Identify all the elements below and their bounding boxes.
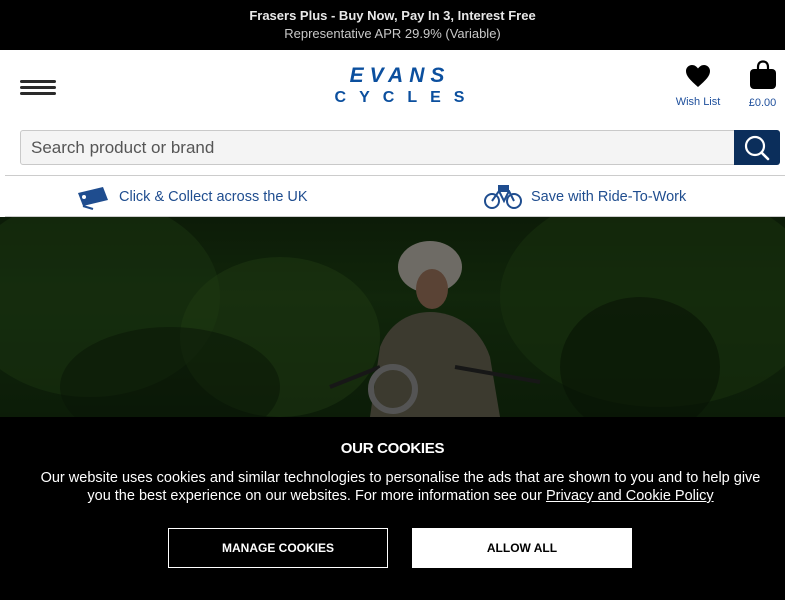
search-bar [20,130,780,165]
cookie-title: OUR COOKIES [340,440,445,457]
logo-word-cycles: CYCLES [334,89,478,106]
site-header: EVANS CYCLES Wish List £0.00 [0,50,785,130]
wishlist-label: Wish List [675,96,721,108]
wishlist-button[interactable]: Wish List [668,64,728,108]
heart-icon [686,65,710,87]
shopping-bag-icon [749,60,776,89]
basket-button[interactable]: £0.00 [740,60,785,109]
evans-cycles-logo[interactable]: EVANS CYCLES [318,65,482,107]
collect-ticket-icon [78,187,108,210]
search-button[interactable] [734,130,780,165]
click-collect-link[interactable]: Click & Collect across the UK [75,184,308,210]
privacy-policy-link[interactable]: Privacy and Cookie Policy [546,488,714,504]
manage-cookies-button[interactable]: MANAGE COOKIES [168,528,388,568]
bicycle-icon [484,185,522,209]
logo-word-evans: EVANS [349,64,451,87]
promo-subtitle: Representative APR 29.9% (Variable) [284,26,501,41]
menu-icon[interactable] [20,78,56,96]
search-input[interactable] [20,130,736,165]
ride-to-work-label: Save with Ride-To-Work [531,189,687,205]
usp-bar: Click & Collect across the UK Save with … [5,175,785,217]
cookie-banner: OUR COOKIES Our website uses cookies and… [0,417,785,600]
allow-all-button[interactable]: ALLOW ALL [412,528,632,568]
promo-title: Frasers Plus - Buy Now, Pay In 3, Intere… [249,8,536,23]
modal-backdrop [0,217,785,417]
search-icon [744,135,770,161]
basket-total: £0.00 [748,97,777,109]
promo-banner[interactable]: Frasers Plus - Buy Now, Pay In 3, Intere… [0,0,785,50]
cookie-message: Our website uses cookies and similar tec… [38,469,763,505]
ride-to-work-link[interactable]: Save with Ride-To-Work [483,184,686,210]
click-collect-label: Click & Collect across the UK [119,189,308,205]
